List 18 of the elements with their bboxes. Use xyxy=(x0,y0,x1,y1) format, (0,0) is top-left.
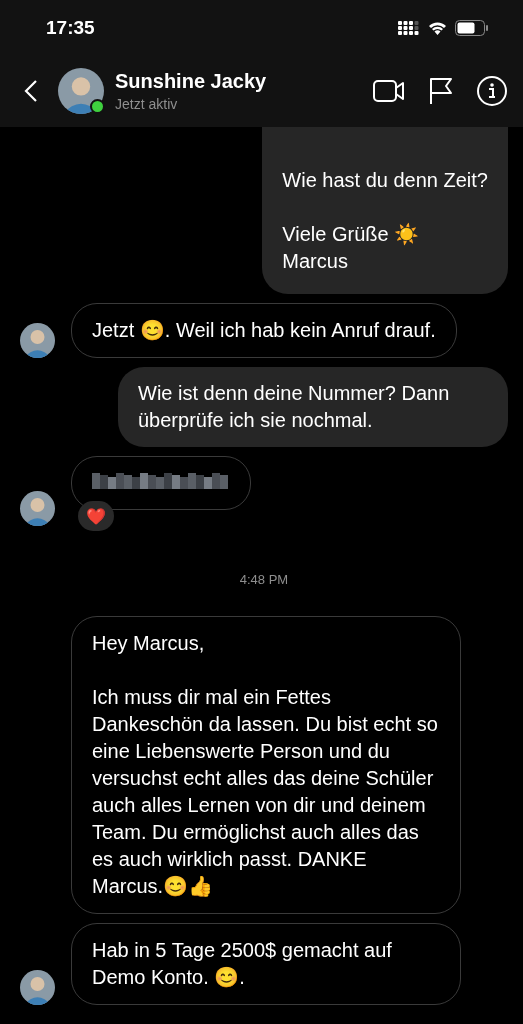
contact-status: Jetzt aktiv xyxy=(115,96,179,112)
info-icon[interactable] xyxy=(477,76,507,106)
message-bubble: Hab in 5 Tage 2500$ gemacht auf Demo Konto. 😊. xyxy=(71,923,461,1005)
avatar xyxy=(58,68,104,114)
signal-icon xyxy=(398,20,420,35)
reaction-badge[interactable]: ❤ xyxy=(78,501,114,531)
clock: 17:35 xyxy=(46,16,95,39)
contact-name: Sunshine Jacky xyxy=(115,70,268,93)
message-bubble: Hey Marcus, Ich muss dir mal ein Fettes Dankeschön da lassen. Du bist echt so eine Liebenswerte Person und du versuchst echt alles das deine Schüler auch alles Lernen von dir und deinem Team. Du ermöglichst auch alles das es auch wirklich passt. DANKE Marcus.😊👍 xyxy=(71,616,461,914)
battery-icon xyxy=(455,19,489,36)
message-bubble: Wie ist denn deine Nummer? Dann überprüfe ich sie nochmal. xyxy=(118,367,508,447)
video-camera-icon[interactable] xyxy=(373,79,405,103)
wifi-icon xyxy=(428,20,447,35)
message-bubble: Wie hast du denn Zeit? Viele Grüße ☀ Marcus xyxy=(262,127,508,294)
message-bubble: Jetzt 😊. Weil ich hab kein Anruf drauf. xyxy=(71,303,457,358)
timestamp: 4:48 PM xyxy=(239,572,289,587)
back-icon[interactable] xyxy=(24,79,38,103)
flag-icon[interactable] xyxy=(429,77,453,105)
